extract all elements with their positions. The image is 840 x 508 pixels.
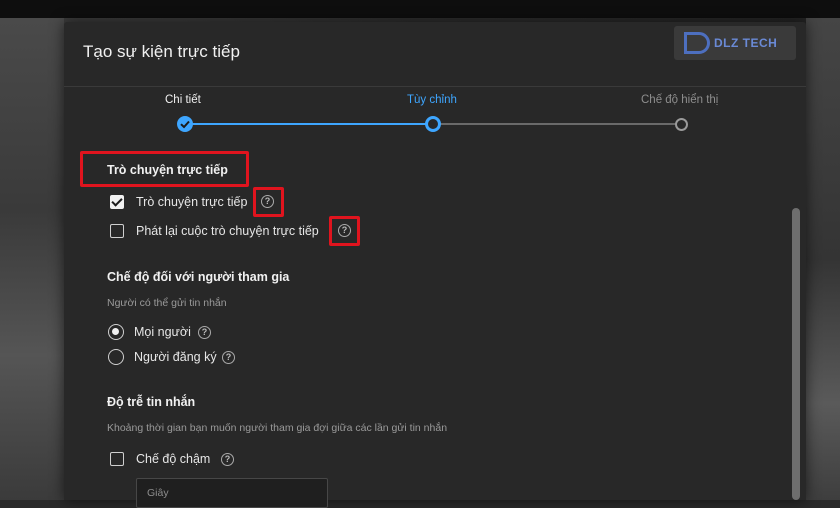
step-progress-line: [192, 123, 426, 125]
step-done-dot[interactable]: [177, 116, 193, 132]
live-chat-label: Trò chuyện trực tiếp: [136, 195, 248, 209]
create-live-event-dialog: Tạo sự kiện trực tiếp DLZ TECH Chi tiết …: [64, 22, 806, 508]
participant-mode-title: Chế độ đối với người tham gia: [107, 270, 290, 284]
dlz-tech-watermark: DLZ TECH: [674, 26, 796, 60]
background-right: [806, 18, 840, 500]
live-chat-section-title: Trò chuyện trực tiếp: [107, 163, 228, 177]
step-label-details[interactable]: Chi tiết: [165, 94, 201, 106]
radio-everyone-label: Mọi người: [134, 325, 191, 339]
dialog-scrollbar[interactable]: [792, 208, 800, 500]
message-delay-title: Độ trễ tin nhắn: [107, 395, 196, 409]
help-circle-icon[interactable]: ?: [222, 351, 235, 364]
radio-everyone[interactable]: [108, 324, 124, 340]
help-circle-icon[interactable]: ?: [261, 195, 274, 208]
slow-mode-label: Chế độ chậm: [136, 452, 211, 466]
step-current-dot[interactable]: [425, 116, 441, 132]
chat-replay-checkbox[interactable]: [110, 224, 124, 238]
participant-mode-subtitle: Người có thể gửi tin nhắn: [107, 297, 227, 309]
help-circle-icon[interactable]: ?: [338, 224, 351, 237]
dlz-logo-icon: [684, 32, 710, 54]
step-upcoming-dot[interactable]: [675, 118, 688, 131]
slow-mode-checkbox[interactable]: [110, 452, 124, 466]
top-bar: [0, 0, 840, 18]
header-divider: [64, 86, 806, 87]
help-circle-icon[interactable]: ?: [198, 326, 211, 339]
dialog-title: Tạo sự kiện trực tiếp: [83, 42, 240, 61]
radio-subscribers-label: Người đăng ký: [134, 350, 217, 364]
step-label-customize[interactable]: Tùy chỉnh: [407, 94, 457, 106]
step-label-visibility[interactable]: Chế độ hiển thị: [641, 94, 718, 106]
background-left: [0, 18, 64, 500]
radio-subscribers[interactable]: [108, 349, 124, 365]
watermark-text: DLZ TECH: [714, 36, 778, 50]
seconds-placeholder: Giây: [147, 487, 169, 499]
help-circle-icon[interactable]: ?: [221, 453, 234, 466]
chat-replay-label: Phát lại cuộc trò chuyện trực tiếp: [136, 224, 319, 238]
seconds-input[interactable]: Giây: [136, 478, 328, 508]
check-icon: [180, 120, 190, 129]
live-chat-checkbox[interactable]: [110, 195, 124, 209]
message-delay-subtitle: Khoảng thời gian bạn muốn người tham gia…: [107, 422, 448, 434]
step-remaining-line: [440, 123, 680, 125]
